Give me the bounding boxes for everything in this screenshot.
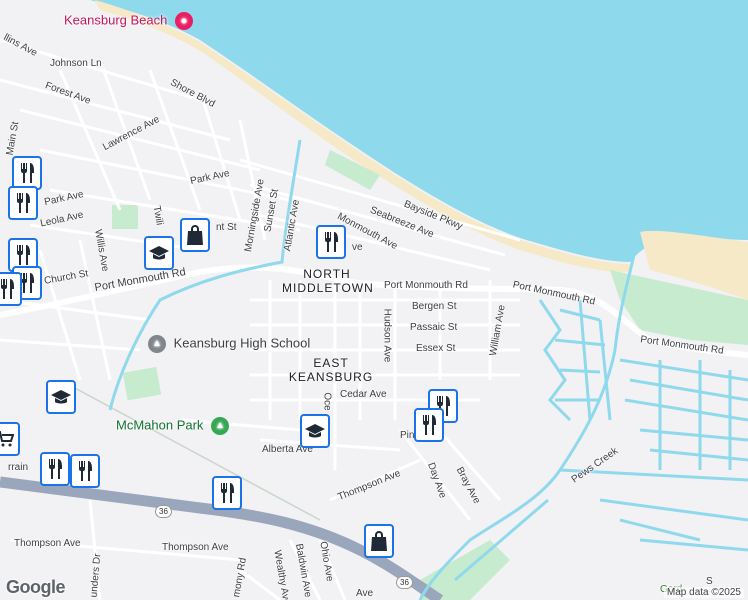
restaurant-pin[interactable] <box>40 452 70 486</box>
shopping-pin[interactable] <box>364 524 394 558</box>
fork-knife-icon <box>17 245 30 265</box>
graduation-cap-icon <box>51 390 71 404</box>
road-label: Cedar Ave <box>340 389 387 400</box>
fork-knife-icon <box>423 415 436 435</box>
road-label: nt St <box>216 222 237 233</box>
school-icon: ▲ <box>148 335 166 353</box>
graduation-cap-icon <box>149 246 169 260</box>
road-label: S <box>706 576 713 587</box>
road-label: ve <box>352 242 363 253</box>
poi-label: McMahon Park <box>116 417 204 433</box>
route-shield: 36 <box>396 576 413 589</box>
cart-icon <box>0 431 14 447</box>
poi-mcmahon-park[interactable]: McMahon Park ▲ <box>116 417 230 435</box>
road-label: Pin <box>400 430 415 441</box>
poi-keansburg-high-school[interactable]: ▲ Keansburg High School <box>148 335 310 353</box>
road-label: Ave <box>356 588 374 599</box>
map-base <box>0 0 748 600</box>
fork-knife-icon <box>21 163 34 183</box>
area-label-east-keansburg: EAST KEANSBURG <box>288 356 374 384</box>
tree-icon: ▲ <box>211 417 230 435</box>
restaurant-pin[interactable] <box>414 408 444 442</box>
area-label-north-middletown: NORTH MIDDLETOWN <box>282 267 374 295</box>
shopping-cart-pin[interactable] <box>0 422 20 456</box>
road-label: Hudson Ave <box>381 308 393 363</box>
road-label: Port Monmouth Rd <box>384 280 468 291</box>
route-shield: 36 <box>155 505 172 518</box>
school-pin[interactable] <box>300 414 330 448</box>
restaurant-pin[interactable] <box>12 156 42 190</box>
school-pin[interactable] <box>144 236 174 270</box>
graduation-cap-icon <box>305 424 325 438</box>
school-pin[interactable] <box>46 380 76 414</box>
road-label: Thompson Ave <box>162 542 229 553</box>
road-label: Bergen St <box>412 301 457 312</box>
shopping-bag-icon <box>187 225 203 245</box>
google-logo: Google <box>6 577 66 597</box>
poi-label: Keansburg High School <box>173 335 311 351</box>
restaurant-pin[interactable] <box>8 186 38 220</box>
restaurant-pin[interactable] <box>316 225 346 259</box>
road-label: Oce <box>321 392 333 411</box>
fork-knife-icon <box>79 461 92 481</box>
road-label: rrain <box>8 462 29 473</box>
fork-knife-icon <box>1 279 14 299</box>
camera-icon: ● <box>174 12 193 30</box>
restaurant-pin[interactable] <box>70 454 100 488</box>
road-label: Essex St <box>416 343 456 354</box>
poi-label: Keansburg Beach <box>64 12 168 28</box>
map-attribution: Map data ©2025 <box>663 587 744 598</box>
road-label: Passaic St <box>410 322 458 333</box>
shopping-bag-icon <box>371 531 387 551</box>
fork-knife-icon <box>17 193 30 213</box>
restaurant-pin[interactable] <box>212 476 242 510</box>
fork-knife-icon <box>49 459 62 479</box>
road-label: Thompson Ave <box>14 538 81 549</box>
poi-keansburg-beach[interactable]: Keansburg Beach ● <box>64 12 193 30</box>
map-view[interactable]: llins Ave Johnson Ln Forest Ave Shore Bl… <box>0 0 748 600</box>
road-label: Johnson Ln <box>50 58 102 69</box>
fork-knife-icon <box>325 232 338 252</box>
fork-knife-icon <box>221 483 234 503</box>
shopping-pin[interactable] <box>180 218 210 252</box>
restaurant-pin[interactable] <box>0 272 22 306</box>
